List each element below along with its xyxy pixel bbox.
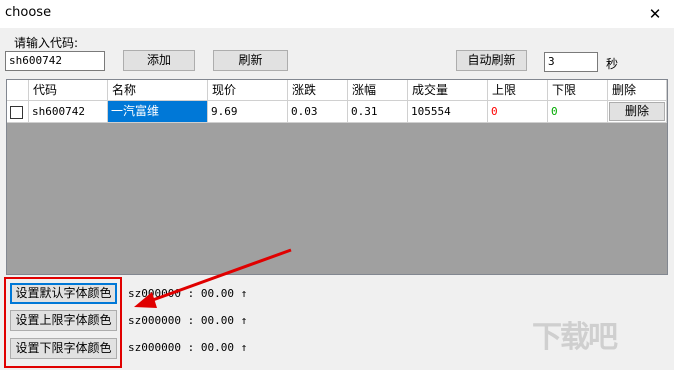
- watermark-logo: 下载吧: [532, 320, 618, 355]
